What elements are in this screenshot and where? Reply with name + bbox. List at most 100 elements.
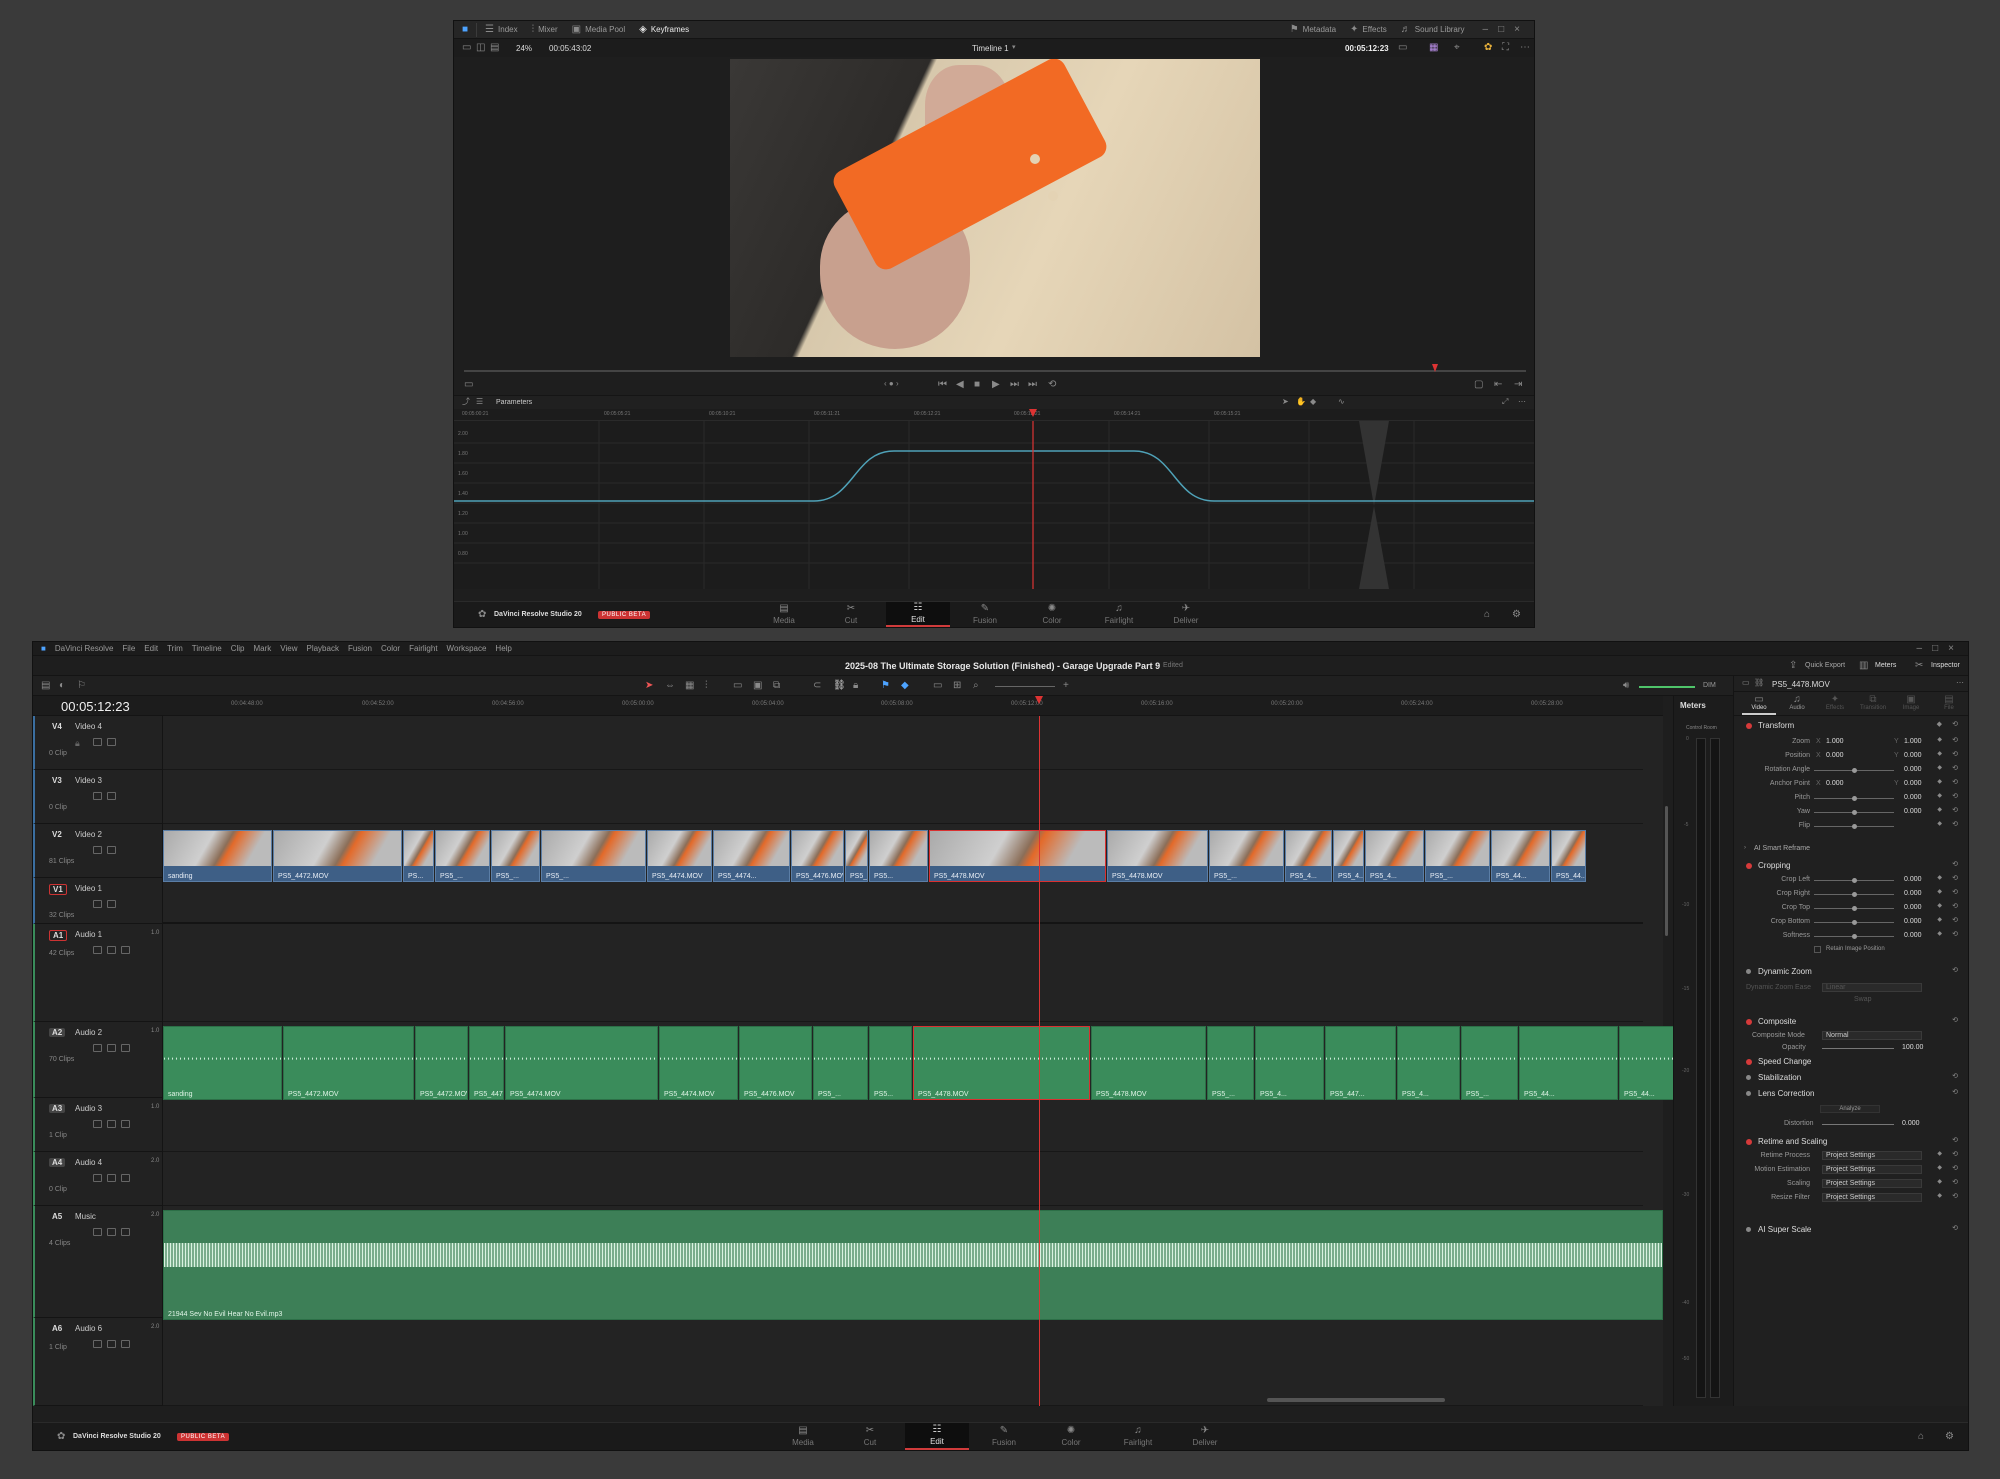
solo-icon[interactable] xyxy=(107,1174,116,1182)
keyframe-icon[interactable]: ◆ xyxy=(1937,889,1942,895)
page-color[interactable]: ✺ Color xyxy=(1039,1423,1103,1450)
stabilization-section[interactable]: Stabilization ⟲ xyxy=(1734,1072,1968,1084)
enable-dot-icon[interactable] xyxy=(1746,1091,1751,1096)
keyframe-icon[interactable]: ◆ xyxy=(1937,751,1942,757)
viewer-scrubber[interactable] xyxy=(464,370,1526,372)
play-icon[interactable]: ▶ xyxy=(992,380,1000,390)
page-fusion[interactable]: ✎ Fusion xyxy=(953,602,1017,627)
tab-effects[interactable]: ✦ Effects xyxy=(1818,694,1852,712)
keyframes-button[interactable]: Keyframes xyxy=(651,25,689,34)
home-icon[interactable]: ⌂ xyxy=(1484,610,1490,620)
keyframe-icon[interactable]: ◆ xyxy=(1937,1179,1942,1185)
minimize-icon[interactable]: – xyxy=(1917,643,1923,654)
reset-icon[interactable]: ⟲ xyxy=(1952,1151,1958,1158)
pointer-icon[interactable]: ➤ xyxy=(1282,398,1289,406)
track-header-a5[interactable]: A5 Music 2.0 4 Clips xyxy=(33,1206,163,1318)
maximize-icon[interactable]: □ xyxy=(1932,643,1938,654)
analyze-button[interactable]: Analyze xyxy=(1820,1105,1880,1113)
reset-icon[interactable]: ⟲ xyxy=(1952,903,1958,910)
timeline-playhead[interactable] xyxy=(1039,716,1040,1406)
step-back-icon[interactable]: ◀ xyxy=(956,380,964,390)
audio-clip[interactable]: sanding xyxy=(163,1026,282,1100)
page-cut[interactable]: ✂ Cut xyxy=(819,602,883,627)
keyframe-icon[interactable]: ◆ xyxy=(1937,737,1942,743)
viewer-dual-icon[interactable]: ▤ xyxy=(490,43,499,53)
dropdown[interactable]: Project Settings xyxy=(1822,1151,1922,1160)
audio-clip[interactable]: PS5_447... xyxy=(1325,1026,1396,1100)
keyframe-icon[interactable]: ◆ xyxy=(1937,875,1942,881)
more-icon[interactable]: ⋯ xyxy=(1518,398,1526,406)
sound-library-icon[interactable]: ♬ xyxy=(1401,24,1411,35)
overwrite-clip-icon[interactable]: ▣ xyxy=(753,681,762,691)
page-fusion[interactable]: ✎ Fusion xyxy=(972,1423,1036,1450)
more-options-icon[interactable]: ⋯ xyxy=(1520,43,1530,53)
dropdown[interactable]: Project Settings xyxy=(1822,1179,1922,1188)
track-header-a2[interactable]: A2 Audio 2 1.0 70 Clips xyxy=(33,1022,163,1098)
horizontal-scrollbar[interactable] xyxy=(1267,1398,1445,1402)
mute-icon[interactable] xyxy=(121,1044,130,1052)
slider-knob[interactable] xyxy=(1852,906,1857,911)
lane-a6[interactable] xyxy=(163,1318,1643,1406)
lock-track-icon[interactable]: 🔒︎ xyxy=(75,738,84,748)
opacity-value[interactable]: 100.00 xyxy=(1902,1044,1923,1051)
step-forward-icon[interactable]: ⏭ xyxy=(1010,380,1019,390)
mute-icon[interactable] xyxy=(121,1340,130,1348)
video-clip[interactable]: PS5_... xyxy=(435,830,490,882)
video-enable-icon[interactable] xyxy=(107,792,116,800)
reset-icon[interactable]: ⟲ xyxy=(1952,751,1958,758)
auto-select-icon[interactable] xyxy=(93,1340,102,1348)
reset-icon[interactable]: ⟲ xyxy=(1952,875,1958,882)
timeline-name-dropdown[interactable]: Timeline 1 xyxy=(972,44,1009,53)
sound-library-button[interactable]: Sound Library xyxy=(1415,25,1465,34)
quick-export-button[interactable]: Quick Export xyxy=(1805,662,1845,669)
lane-v1[interactable] xyxy=(163,878,1643,924)
zoom-slider[interactable] xyxy=(995,686,1055,687)
reset-icon[interactable]: ⟲ xyxy=(1952,821,1958,828)
flag-icon[interactable]: ⚑ xyxy=(881,681,890,691)
close-icon[interactable]: × xyxy=(1514,24,1520,35)
effects-icon[interactable]: ✦ xyxy=(1350,24,1358,35)
slider-knob[interactable] xyxy=(1852,934,1857,939)
metadata-button[interactable]: Metadata xyxy=(1303,25,1336,34)
home-icon[interactable]: ⌂ xyxy=(1918,1432,1924,1442)
zoom-icon[interactable]: ⌕ xyxy=(973,681,979,691)
chevron-down-icon[interactable]: ▾ xyxy=(1012,44,1016,51)
reset-icon[interactable]: ⟲ xyxy=(1952,1179,1958,1186)
dropdown[interactable]: Project Settings xyxy=(1822,1193,1922,1202)
track-header-v3[interactable]: V3 Video 3 0 Clip xyxy=(33,770,163,824)
track-header-a6[interactable]: A6 Audio 6 2.0 1 Clip xyxy=(33,1318,163,1406)
keyframe-icon[interactable]: ◆ xyxy=(1937,931,1942,937)
reset-icon[interactable]: ⟲ xyxy=(1952,765,1958,772)
menu-view[interactable]: View xyxy=(280,644,297,653)
keyframe-icon[interactable]: ◆ xyxy=(1937,917,1942,923)
track-header-a3[interactable]: A3 Audio 3 1.0 1 Clip xyxy=(33,1098,163,1152)
video-clip[interactable]: PS5_... xyxy=(1425,830,1490,882)
video-clip[interactable]: PS5_44... xyxy=(1551,830,1586,882)
page-deliver[interactable]: ✈ Deliver xyxy=(1154,602,1218,627)
opacity-slider[interactable] xyxy=(1822,1048,1894,1049)
lane-a3[interactable] xyxy=(163,1098,1643,1152)
value[interactable]: 0.000 xyxy=(1904,904,1922,911)
video-enable-icon[interactable] xyxy=(107,846,116,854)
video-clip[interactable]: PS5_4478.MOV xyxy=(929,830,1106,882)
value[interactable]: 0.000 xyxy=(1904,876,1922,883)
index-button[interactable]: Index xyxy=(498,25,518,34)
track-header-v1[interactable]: V1 Video 1 32 Clips xyxy=(33,878,163,924)
distortion-value[interactable]: 0.000 xyxy=(1902,1120,1920,1127)
reset-icon[interactable]: ⟲ xyxy=(1952,861,1958,868)
track-header-v4[interactable]: V4 Video 4 🔒︎ 0 Clip xyxy=(33,716,163,770)
track-header-v2[interactable]: V2 Video 2 81 Clips xyxy=(33,824,163,878)
reset-icon[interactable]: ⟲ xyxy=(1952,1073,1958,1080)
mute-icon[interactable] xyxy=(121,1228,130,1236)
menu-trim[interactable]: Trim xyxy=(167,644,183,653)
ai-reframe-section[interactable]: › AI Smart Reframe xyxy=(1734,844,1968,856)
slider-knob[interactable] xyxy=(1852,824,1857,829)
lane-v2[interactable]: sanding PS5_4472.MOV PS... PS5_... PS5_... PS… xyxy=(163,830,1663,882)
lane-a2[interactable]: sanding PS5_4472.MOV PS5_4472.MOV PS5_4474.… xyxy=(163,1026,1698,1100)
selection-tool-icon[interactable]: ➤ xyxy=(645,681,653,691)
lane-v4[interactable] xyxy=(163,716,1643,770)
replace-clip-icon[interactable]: ⧉ xyxy=(773,681,780,691)
audio-clip[interactable]: PS5_4474.MOV xyxy=(505,1026,658,1100)
auto-select-icon[interactable] xyxy=(93,1044,102,1052)
page-fairlight[interactable]: ♫ Fairlight xyxy=(1106,1423,1170,1450)
